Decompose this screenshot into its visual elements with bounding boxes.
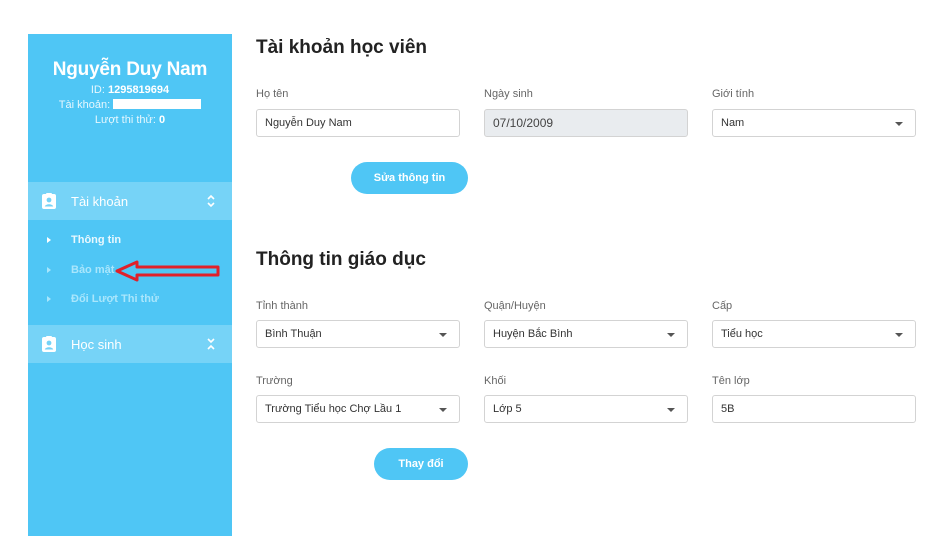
account-section-title: Tài khoản học viên (256, 37, 428, 58)
caret-down-icon (667, 408, 675, 412)
level-select[interactable]: Tiểu học (712, 320, 916, 348)
change-button[interactable]: Thay đổi (374, 448, 468, 480)
district-label: Quận/Huyện (484, 300, 546, 312)
menu-account[interactable]: Tài khoản (28, 182, 232, 220)
menu-student-label: Học sinh (71, 336, 122, 352)
profile-name: Nguyễn Duy Nam (52, 59, 208, 80)
edit-info-button[interactable]: Sửa thông tin (351, 162, 468, 194)
province-value: Bình Thuận (265, 328, 322, 340)
profile-card: Nguyễn Duy Nam ID: 1295819694 Tài khoản:… (28, 34, 232, 126)
profile-id-label: ID: (90, 84, 105, 96)
user-badge-icon (42, 336, 56, 352)
class-name-label: Tên lớp (712, 375, 750, 387)
province-select[interactable]: Bình Thuận (256, 320, 460, 348)
school-select[interactable]: Trường Tiểu học Chợ Lầu 1 (256, 395, 460, 423)
profile-attempts: Lượt thi thử: 0 (28, 114, 232, 126)
submenu-item-label: Bảo mật (71, 264, 115, 276)
birthday-value: 07/10/2009 (493, 116, 554, 130)
level-value: Tiểu học (721, 328, 763, 340)
level-label: Cấp (712, 300, 733, 312)
gender-value: Nam (721, 117, 745, 129)
birthday-label: Ngày sinh (484, 88, 533, 100)
caret-down-icon (667, 333, 675, 337)
class-name-input[interactable]: 5B (712, 395, 916, 423)
fullname-label: Họ tên (256, 88, 289, 100)
profile-attempts-label: Lượt thi thử: (94, 114, 156, 126)
chevron-collapse-icon (207, 338, 215, 350)
profile-account-label: Tài khoản: (58, 99, 111, 111)
gender-select[interactable]: Nam (712, 109, 916, 137)
menu-account-label: Tài khoản (71, 193, 129, 209)
submenu-item-change-attempts[interactable]: Đổi Lượt Thi thử (28, 288, 232, 310)
fullname-value: Nguyễn Duy Nam (265, 117, 352, 129)
district-select[interactable]: Huyện Bắc Bình (484, 320, 688, 348)
user-badge-icon (42, 193, 56, 209)
grade-label: Khối (484, 375, 507, 387)
gender-label: Giới tính (712, 88, 755, 100)
submenu-item-label: Đổi Lượt Thi thử (71, 293, 159, 305)
education-section-title: Thông tin giáo dục (256, 249, 426, 270)
caret-down-icon (895, 333, 903, 337)
bullet-icon (47, 267, 51, 273)
annotation-arrow-icon (115, 260, 220, 282)
redacted-account-value (113, 99, 202, 109)
province-label: Tỉnh thành (256, 300, 308, 312)
profile-account: Tài khoản: (28, 99, 232, 111)
fullname-input[interactable]: Nguyễn Duy Nam (256, 109, 460, 137)
bullet-icon (47, 296, 51, 302)
birthday-input: 07/10/2009 (484, 109, 688, 137)
chevron-up-down-icon (207, 194, 215, 208)
bullet-icon (47, 237, 51, 243)
school-value: Trường Tiểu học Chợ Lầu 1 (265, 403, 402, 415)
submenu-item-label: Thông tin (71, 234, 122, 246)
district-value: Huyện Bắc Bình (493, 328, 573, 340)
class-name-value: 5B (721, 403, 735, 415)
menu-student[interactable]: Học sinh (28, 325, 232, 363)
school-label: Trường (256, 375, 293, 387)
caret-down-icon (439, 333, 447, 337)
caret-down-icon (439, 408, 447, 412)
grade-value: Lớp 5 (493, 403, 522, 415)
sidebar: Nguyễn Duy Nam ID: 1295819694 Tài khoản:… (28, 34, 232, 536)
caret-down-icon (895, 122, 903, 126)
profile-id-value: 1295819694 (107, 84, 170, 96)
profile-attempts-value: 0 (159, 114, 166, 126)
submenu-item-info[interactable]: Thông tin (28, 229, 232, 251)
profile-id: ID: 1295819694 (28, 84, 232, 96)
grade-select[interactable]: Lớp 5 (484, 395, 688, 423)
